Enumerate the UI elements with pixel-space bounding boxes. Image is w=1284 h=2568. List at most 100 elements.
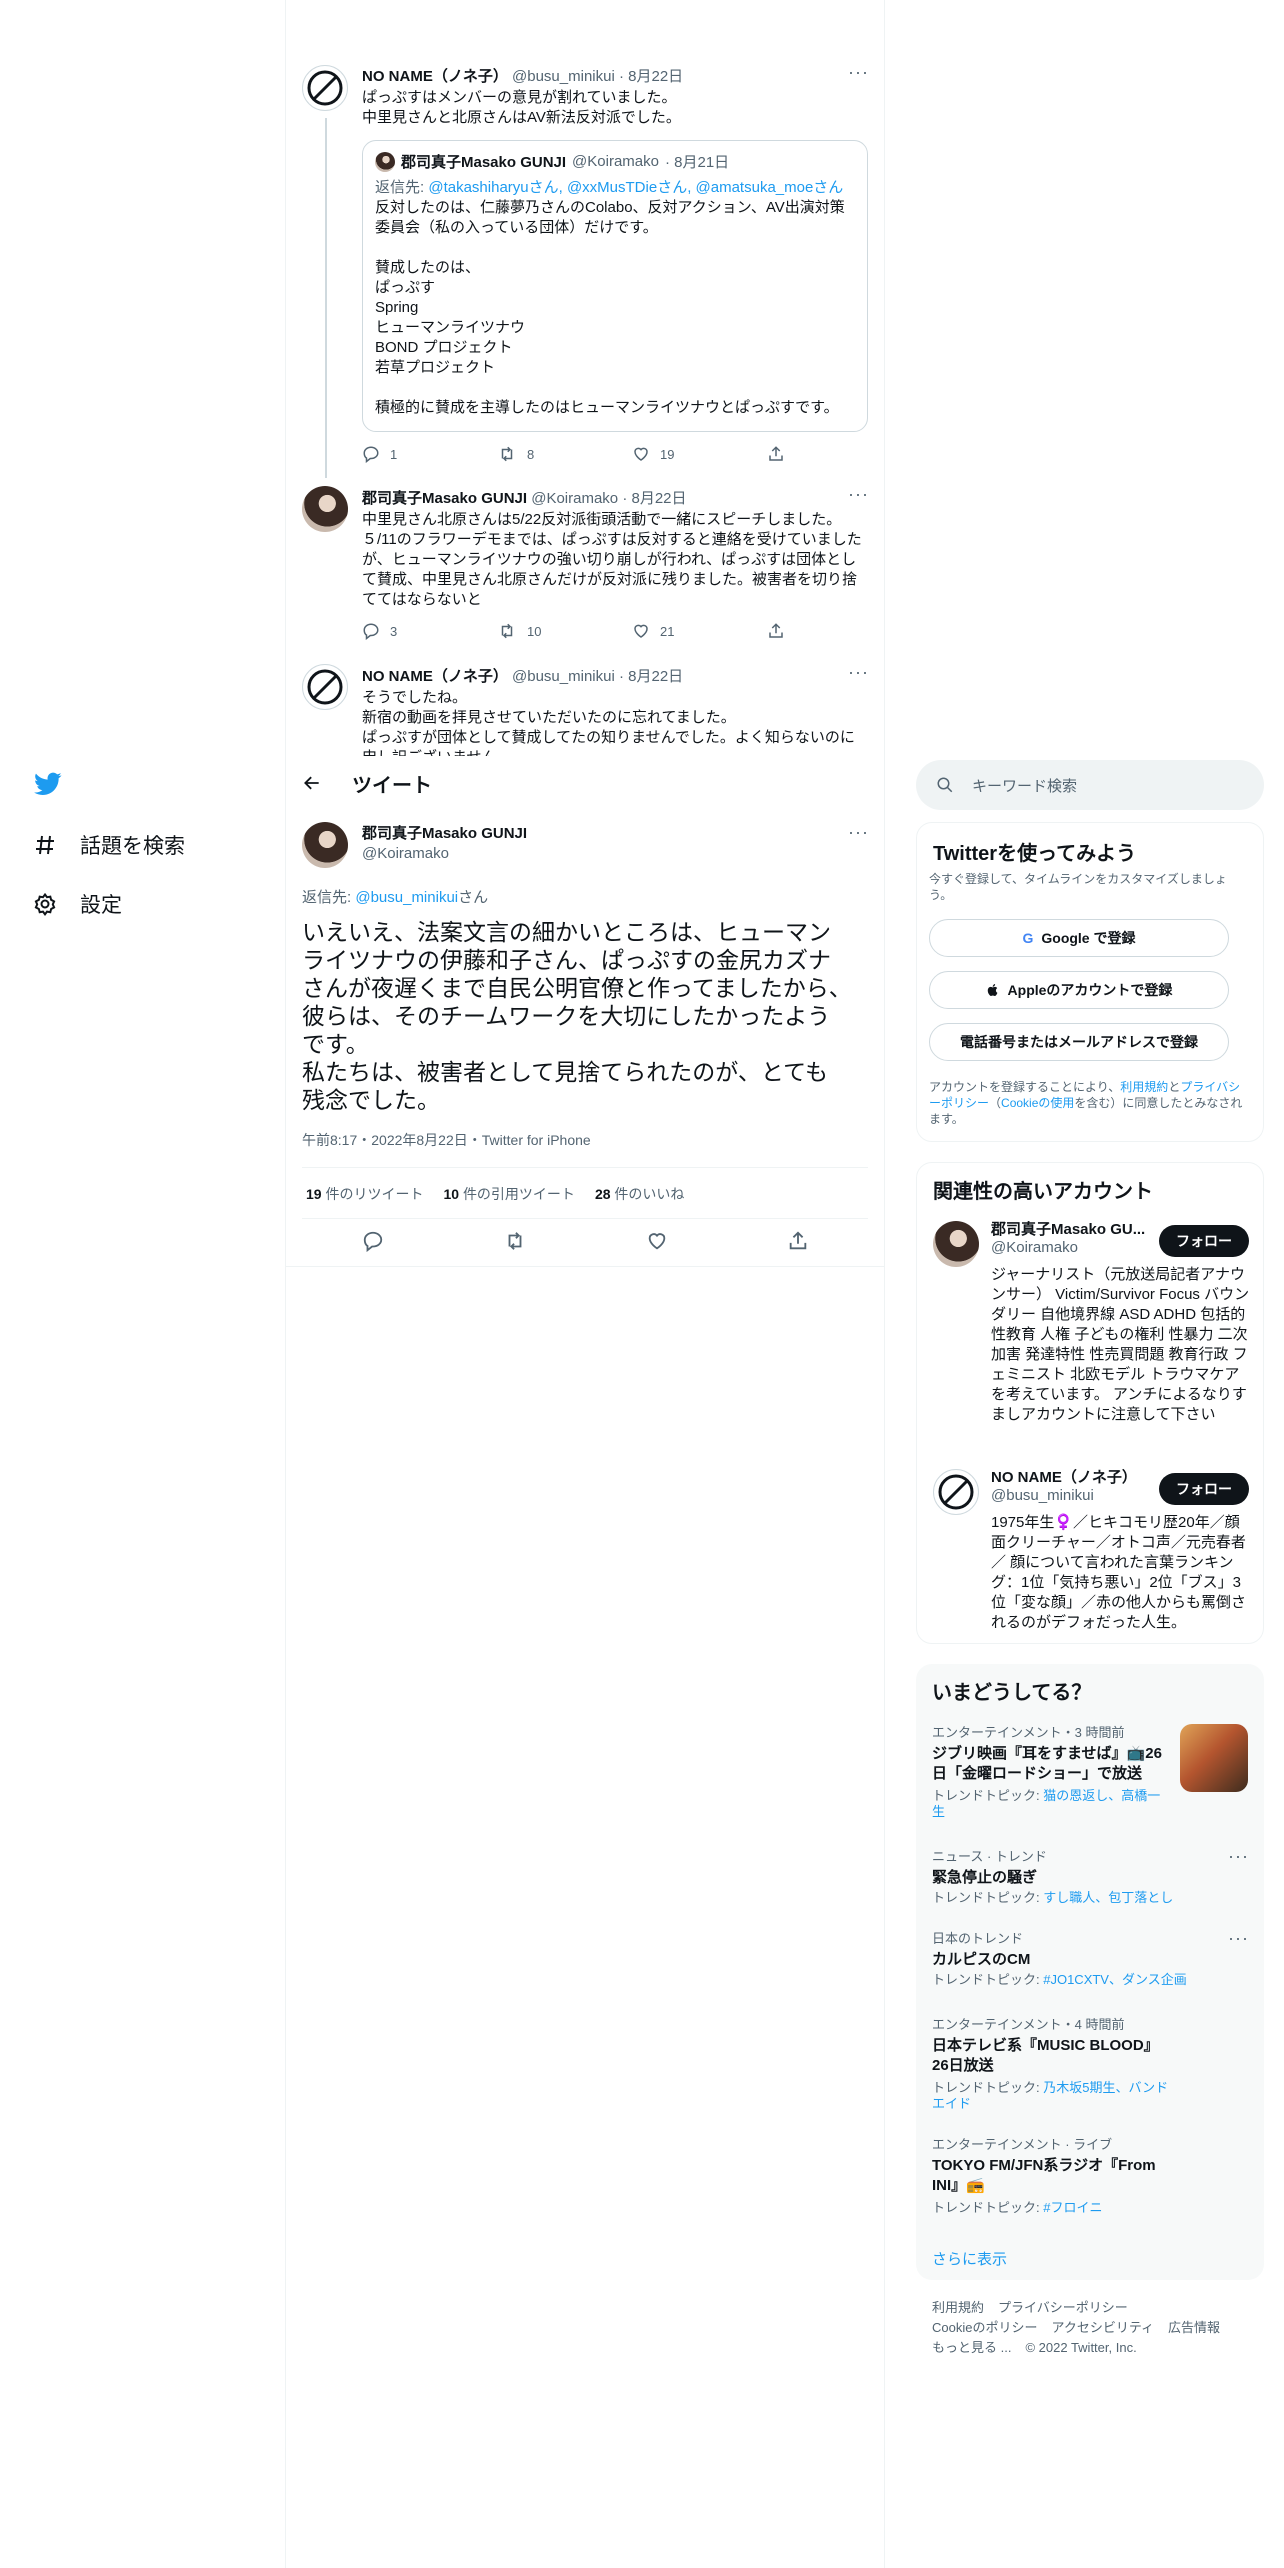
heart-icon: [632, 445, 650, 463]
signup-title: Twitterを使ってみよう: [933, 843, 1137, 865]
like-button[interactable]: 21: [632, 622, 767, 640]
main-tweet-actions: [302, 1230, 868, 1252]
search-placeholder: キーワード検索: [972, 777, 1078, 795]
footer-link[interactable]: プライバシーポリシー: [998, 2298, 1128, 2318]
heart-icon[interactable]: [646, 1230, 668, 1252]
user-name: 郡司真子Masako GU...: [991, 1221, 1146, 1238]
more-icon[interactable]: ···: [848, 822, 869, 843]
like-stat[interactable]: 28 件のいいね: [595, 1184, 684, 1204]
trend-item[interactable]: ニュース · トレンド 緊急停止の騒ぎ トレンドトピック: すし職人、包丁落とし: [932, 1846, 1232, 1906]
user-name[interactable]: 郡司真子Masako GUNJI: [362, 490, 527, 507]
apple-signup-button[interactable]: Appleのアカウントで登録: [929, 971, 1229, 1009]
reply-icon[interactable]: [362, 1230, 384, 1252]
tweet-text: 中里見さん北原さんは5/22反対派街頭活動で一緒にスピーチしました。 ５/11の…: [362, 511, 862, 608]
retweet-stat[interactable]: 19 件のリツイート: [306, 1184, 423, 1204]
tweet-header: NO NAME（ノネ子） @busu_minikui · 8月22日: [362, 665, 683, 686]
user-handle[interactable]: @Koiramako: [531, 490, 618, 507]
more-icon[interactable]: ···: [848, 484, 869, 505]
trend-item[interactable]: 日本のトレンド カルピスのCM トレンドトピック: #JO1CXTV、ダンス企画: [932, 1928, 1232, 1988]
retweet-count: 8: [527, 446, 535, 462]
footer-link[interactable]: 広告情報: [1168, 2318, 1220, 2338]
avatar[interactable]: [302, 822, 348, 868]
user-handle[interactable]: @Koiramako: [362, 844, 527, 864]
trend-item[interactable]: エンターテインメント・4 時間前 日本テレビ系『MUSIC BLOOD』26日放…: [932, 2014, 1172, 2112]
footer: 利用規約 プライバシーポリシー Cookieのポリシー アクセシビリティ 広告情…: [932, 2298, 1220, 2358]
tweet-date[interactable]: · 8月22日: [619, 668, 683, 685]
user-name[interactable]: 郡司真子Masako GUNJI: [362, 824, 527, 844]
follow-button[interactable]: フォロー: [1159, 1225, 1249, 1257]
phone-email-signup-button[interactable]: 電話番号またはメールアドレスで登録: [929, 1023, 1229, 1061]
reply-to-link[interactable]: @busu_minikui: [355, 889, 458, 906]
tweet-date[interactable]: · 8月22日: [619, 68, 683, 85]
reply-to: 返信先: @busu_minikuiさん: [302, 889, 489, 906]
signup-legal: アカウントを登録することにより、利用規約とプライバシーポリシー（Cookieの使…: [929, 1080, 1243, 1126]
trend-item[interactable]: エンターテインメント · ライブ TOKYO FM/JFN系ラジオ『From I…: [932, 2134, 1172, 2216]
user-name[interactable]: NO NAME（ノネ子）: [362, 668, 508, 685]
cookie-link[interactable]: Cookieの使用: [1001, 1096, 1074, 1110]
google-signup-button[interactable]: G Google で登録: [929, 919, 1229, 957]
avatar[interactable]: [302, 664, 348, 710]
reply-button[interactable]: 1: [362, 445, 497, 463]
trend-thumbnail[interactable]: [1180, 1724, 1248, 1792]
more-icon[interactable]: ···: [848, 662, 869, 683]
avatar[interactable]: [302, 65, 348, 111]
back-arrow-icon[interactable]: [302, 773, 322, 793]
gear-icon: [32, 891, 58, 917]
user-handle[interactable]: @busu_minikui: [512, 668, 615, 685]
footer-more-link[interactable]: もっと見る ...: [932, 2338, 1011, 2358]
twitter-logo-icon[interactable]: [32, 770, 66, 800]
quoted-tweet[interactable]: 郡司真子Masako GUNJI @Koiramako · 8月21日 返信先:…: [362, 140, 868, 432]
share-button[interactable]: [767, 622, 902, 640]
quote-stat[interactable]: 10 件の引用ツイート: [443, 1184, 574, 1204]
show-more-link[interactable]: さらに表示: [932, 2248, 1007, 2269]
nav-explore-label: 話題を検索: [80, 835, 185, 858]
more-icon[interactable]: ···: [1228, 1928, 1249, 1949]
quoted-text: 反対したのは、仁藤夢乃さんのColabo、反対アクション、AV出演対策 委員会（…: [375, 199, 845, 416]
tos-link[interactable]: 利用規約: [1120, 1080, 1168, 1094]
like-button[interactable]: 19: [632, 445, 767, 463]
share-icon[interactable]: [787, 1230, 809, 1252]
retweet-count: 10: [527, 623, 542, 639]
tweet-page-header: ツイート: [286, 758, 884, 808]
tweet-date: · 8月21日: [664, 154, 730, 171]
nav-settings[interactable]: 設定: [32, 889, 122, 919]
retweet-button[interactable]: 10: [497, 622, 632, 640]
footer-link[interactable]: 利用規約: [932, 2298, 984, 2318]
footer-link[interactable]: アクセシビリティ: [1051, 2318, 1154, 2338]
reply-icon: [362, 622, 380, 640]
user-name[interactable]: NO NAME（ノネ子）: [362, 68, 508, 85]
related-account-1[interactable]: 郡司真子Masako GU... @Koiramako: [991, 1221, 1145, 1257]
reply-button[interactable]: 3: [362, 622, 497, 640]
share-icon: [767, 445, 785, 463]
follow-button[interactable]: フォロー: [1159, 1473, 1249, 1505]
user-handle: @Koiramako: [991, 1239, 1078, 1256]
retweet-button[interactable]: 8: [497, 445, 632, 463]
search-input[interactable]: キーワード検索: [916, 760, 1264, 810]
user-handle[interactable]: @busu_minikui: [512, 68, 615, 85]
engagement-stats: 19 件のリツイート 10 件の引用ツイート 28 件のいいね: [306, 1184, 684, 1204]
tweet-actions: 1 8 19: [362, 445, 902, 463]
footer-link[interactable]: Cookieのポリシー: [932, 2318, 1037, 2338]
user-handle: @busu_minikui: [991, 1487, 1094, 1504]
heart-icon: [632, 622, 650, 640]
share-button[interactable]: [767, 445, 902, 463]
more-icon[interactable]: ···: [1228, 1846, 1249, 1867]
apple-icon: [986, 982, 1000, 998]
nav-explore[interactable]: 話題を検索: [32, 830, 185, 860]
related-title: 関連性の高いアカウント: [933, 1181, 1153, 1203]
avatar[interactable]: [933, 1221, 979, 1267]
more-icon[interactable]: ···: [848, 62, 869, 83]
retweet-icon: [497, 445, 517, 463]
avatar[interactable]: [933, 1469, 979, 1515]
related-account-2[interactable]: NO NAME（ノネ子） @busu_minikui: [991, 1469, 1137, 1505]
retweet-icon[interactable]: [503, 1230, 527, 1252]
tweet-date[interactable]: · 8月22日: [622, 490, 686, 507]
trends-panel: いまどうしてる？ エンターテインメント・3 時間前 ジブリ映画『耳をすませば』📺…: [916, 1664, 1264, 2280]
avatar[interactable]: [302, 486, 348, 532]
divider: [302, 1167, 868, 1168]
tweet-timestamp[interactable]: 午前8:17・2022年8月22日・Twitter for iPhone: [302, 1130, 591, 1150]
thread-line: [325, 118, 327, 478]
quoted-header: 郡司真子Masako GUNJI @Koiramako · 8月21日: [375, 151, 855, 172]
trend-item[interactable]: エンターテインメント・3 時間前 ジブリ映画『耳をすませば』📺26日「金曜ロード…: [932, 1722, 1172, 1820]
nav-settings-label: 設定: [80, 894, 122, 917]
